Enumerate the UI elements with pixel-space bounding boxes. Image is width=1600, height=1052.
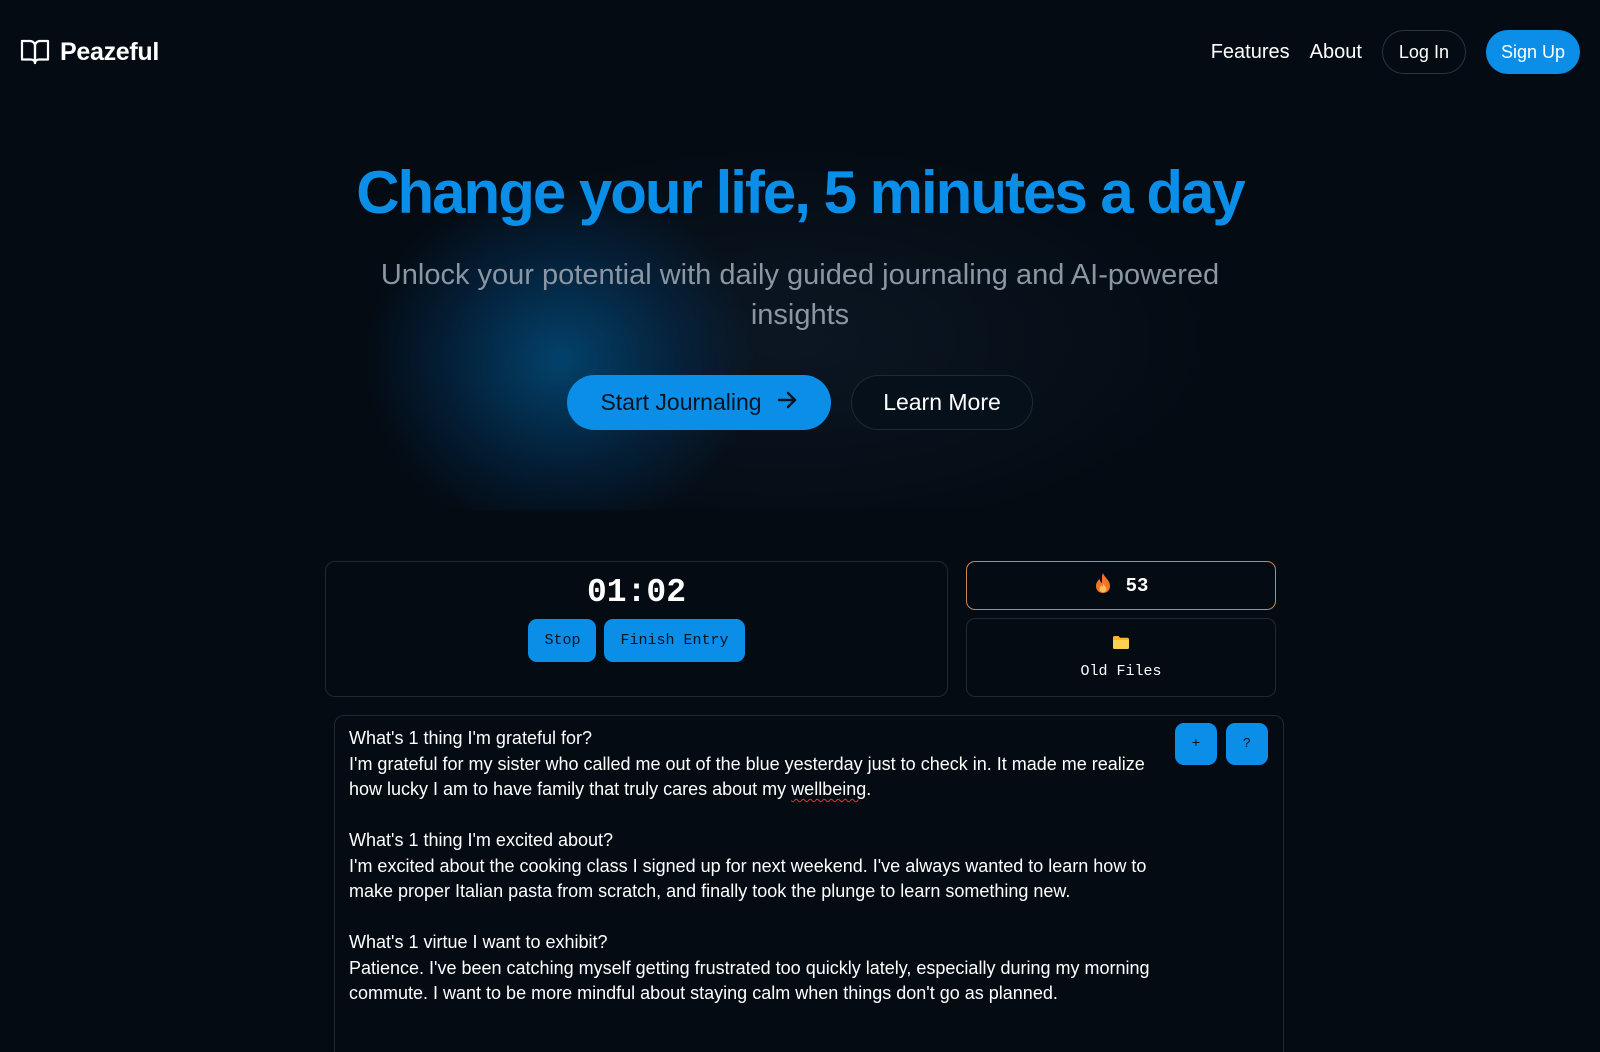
start-journaling-label: Start Journaling: [600, 389, 762, 415]
streak-badge: 53: [966, 561, 1276, 610]
site-header: Peazeful Features About Log In Sign Up: [0, 0, 1600, 104]
nav-features[interactable]: Features: [1211, 41, 1290, 64]
flame-icon: [1094, 572, 1112, 599]
hero-title: Change your life, 5 minutes a day: [356, 159, 1246, 226]
hero-subtitle: Unlock your potential with daily guided …: [380, 259, 1220, 331]
hero-actions: Start Journaling Learn More: [0, 375, 1600, 430]
entry-answer: I'm excited about the cooking class I si…: [349, 855, 1147, 902]
entry-answer: I'm grateful for my sister who called me…: [349, 752, 1169, 803]
streak-count: 53: [1125, 574, 1149, 597]
folder-icon: [1112, 635, 1130, 655]
brand[interactable]: Peazeful: [20, 38, 159, 67]
main-nav: Features About Log In Sign Up: [1211, 30, 1580, 74]
timer-actions: Stop Finish Entry: [326, 619, 947, 662]
entry-question: What's 1 virtue I want to exhibit?: [349, 932, 608, 952]
timer-card: 01:02 Stop Finish Entry: [325, 561, 948, 697]
journal-editor[interactable]: What's 1 thing I'm grateful for? I'm gra…: [334, 715, 1284, 1052]
nav-about[interactable]: About: [1310, 41, 1362, 64]
entry-question: What's 1 thing I'm excited about?: [349, 830, 614, 850]
login-button[interactable]: Log In: [1381, 30, 1466, 74]
misspelled-word: wellbeing: [791, 779, 867, 799]
arrow-right-icon: [776, 389, 798, 417]
old-files-button[interactable]: Old Files: [966, 618, 1276, 697]
start-journaling-button[interactable]: Start Journaling: [567, 375, 831, 430]
editor-tools: + ?: [1175, 723, 1268, 765]
open-book-icon: [20, 38, 50, 66]
entry-question: What's 1 thing I'm grateful for?: [349, 728, 592, 748]
timer-display: 01:02: [586, 574, 687, 611]
help-button[interactable]: ?: [1226, 723, 1268, 765]
brand-name: Peazeful: [60, 37, 160, 66]
entry-answer-end: .: [866, 779, 872, 799]
old-files-label: Old Files: [1080, 663, 1162, 680]
add-prompt-button[interactable]: +: [1175, 723, 1217, 765]
page: Peazeful Features About Log In Sign Up C…: [0, 0, 1600, 1052]
journal-text[interactable]: What's 1 thing I'm grateful for? I'm gra…: [349, 726, 1169, 1007]
entry-answer-text: I'm grateful for my sister who called me…: [349, 753, 1145, 800]
signup-button[interactable]: Sign Up: [1485, 30, 1580, 74]
stop-button[interactable]: Stop: [528, 619, 597, 662]
entry-answer: Patience. I've been catching myself gett…: [349, 957, 1150, 1004]
finish-entry-button[interactable]: Finish Entry: [604, 619, 745, 662]
learn-more-button[interactable]: Learn More: [851, 375, 1033, 430]
